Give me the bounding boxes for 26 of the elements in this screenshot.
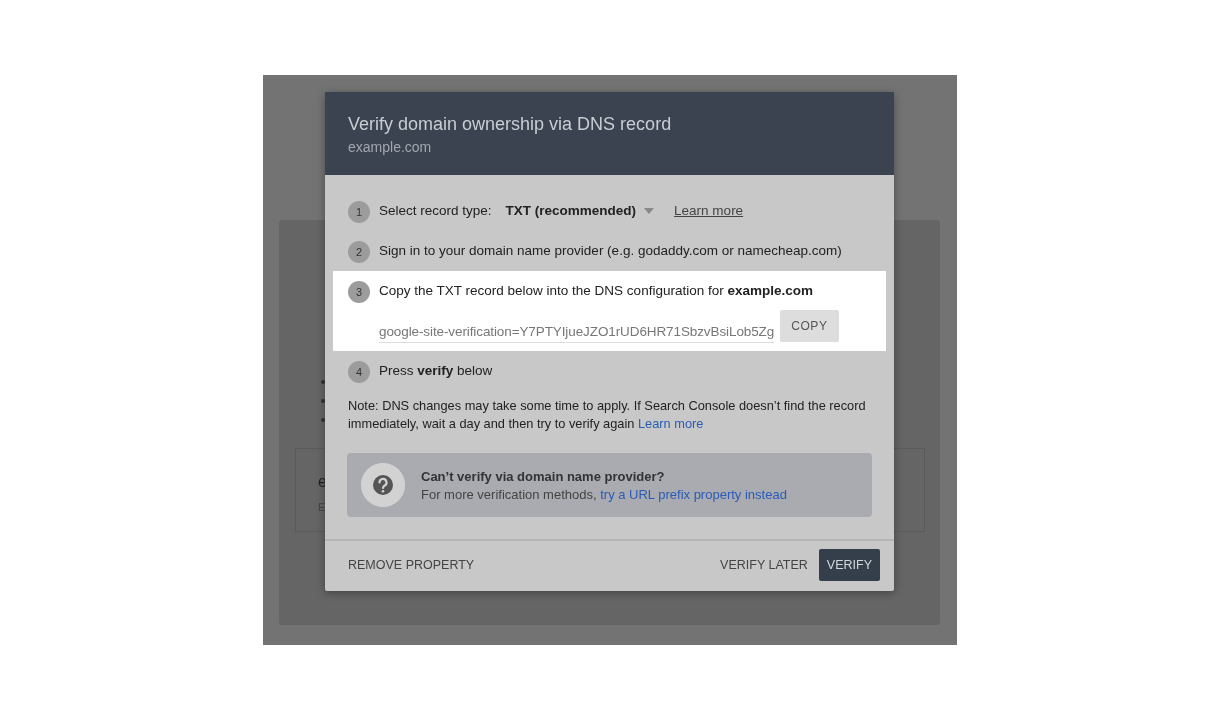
bullet-icon (321, 399, 325, 403)
copy-button[interactable]: COPY (780, 309, 839, 342)
step-text: Sign in to your domain name provider (e.g. godaddy.com or namecheap.com) (379, 243, 842, 258)
note-text: Note: DNS changes may take some time to apply. If Search Console doesn’t find the record immediately, wait a day and then try to verify again Learn more (347, 397, 867, 433)
step-number: 3 (348, 281, 370, 303)
record-field[interactable]: google-site-verification=Y7PTYIjueJZO1rUD6HR71SbzvBsiLob5Zg (379, 320, 775, 343)
learn-more-link[interactable]: Learn more (638, 416, 704, 431)
step-text: Press verify below (379, 363, 493, 378)
help-text: For more verification methods, try a URL prefix property instead (421, 486, 787, 502)
verify-later-button[interactable]: VERIFY LATER (709, 550, 819, 580)
step-label: Select record type: (379, 203, 492, 218)
step-number: 1 (348, 201, 370, 223)
help-title: Can’t verify via domain name provider? (421, 468, 666, 484)
dialog-subtitle: example.com (348, 139, 433, 155)
step-text: Copy the TXT record below into the DNS configuration for example.com (379, 283, 814, 298)
help-icon (361, 463, 405, 507)
caret-icon (644, 207, 655, 214)
bullet-icon (321, 380, 325, 384)
learn-more-link[interactable]: Learn more (674, 203, 744, 218)
step-number: 4 (348, 361, 370, 383)
record-type-dropdown[interactable]: TXT (recommended) (505, 203, 655, 218)
bullet-icon (321, 418, 325, 422)
dialog-title: Verify domain ownership via DNS record (348, 114, 673, 135)
verify-button[interactable]: VERIFY (818, 549, 880, 581)
step-number: 2 (348, 241, 370, 263)
remove-property-button[interactable]: REMOVE PROPERTY (337, 550, 486, 580)
